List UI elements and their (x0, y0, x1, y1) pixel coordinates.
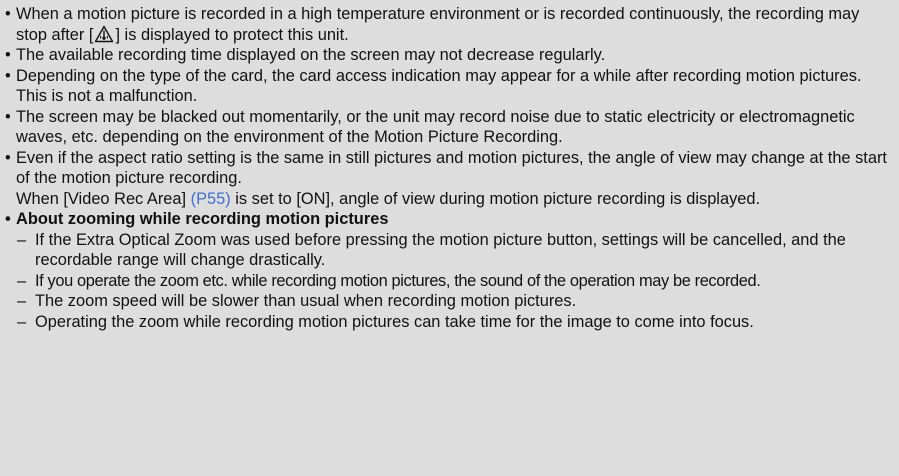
manual-page: • When a motion picture is recorded in a… (0, 0, 899, 476)
zoom-section-heading: • About zooming while recording motion p… (4, 209, 893, 230)
bullet-marker: • (5, 148, 11, 167)
page-reference-link[interactable]: (P55) (191, 190, 231, 208)
dash-marker: – (17, 230, 27, 249)
bullet-static-noise: • The screen may be blacked out momentar… (4, 107, 893, 148)
sub-item-text: If you operate the zoom etc. while recor… (35, 271, 761, 290)
bullet-marker: • (5, 210, 11, 228)
bullet-card-access: • Depending on the type of the card, the… (4, 66, 893, 107)
bullet-angle-of-view: • Even if the aspect ratio setting is th… (4, 148, 893, 210)
bullet-marker: • (5, 46, 11, 64)
bullet-marker: • (5, 5, 11, 23)
bullet-overheat: • When a motion picture is recorded in a… (4, 4, 893, 45)
sub-item-text: The zoom speed will be slower than usual… (35, 292, 577, 310)
bullet-text: Depending on the type of the card, the c… (16, 66, 862, 106)
note-text-before-link: When [Video Rec Area] (16, 189, 191, 208)
sub-item-text: Operating the zoom while recording motio… (35, 312, 754, 331)
bullet-recording-time: • The available recording time displayed… (4, 45, 893, 66)
zoom-item-extra-optical: – If the Extra Optical Zoom was used bef… (4, 230, 893, 271)
bullet-text-after-icon: ] is displayed to protect this unit. (115, 25, 349, 44)
bullet-marker: • (5, 66, 11, 85)
bullet-marker: • (5, 107, 11, 126)
section-heading-text: About zooming while recording motion pic… (16, 210, 389, 228)
dash-marker: – (17, 271, 26, 290)
sub-item-text: If the Extra Optical Zoom was used befor… (35, 230, 846, 270)
bullet-note: When [Video Rec Area] (P55) is set to [O… (16, 189, 893, 210)
zoom-item-operation-sound: – If you operate the zoom etc. while rec… (4, 271, 893, 292)
bullet-text: The screen may be blacked out momentaril… (16, 107, 855, 147)
dash-marker: – (17, 312, 27, 331)
bullet-text: The available recording time displayed o… (16, 46, 606, 64)
dash-marker: – (17, 292, 27, 310)
bullet-text: Even if the aspect ratio setting is the … (16, 148, 887, 188)
note-text-after-link: is set to [ON], angle of view during mot… (230, 189, 761, 208)
zoom-item-speed: – The zoom speed will be slower than usu… (4, 291, 893, 312)
temperature-warning-icon (94, 25, 114, 43)
zoom-item-focus: – Operating the zoom while recording mot… (4, 312, 893, 333)
bullet-text: When a motion picture is recorded in a h… (16, 4, 893, 45)
